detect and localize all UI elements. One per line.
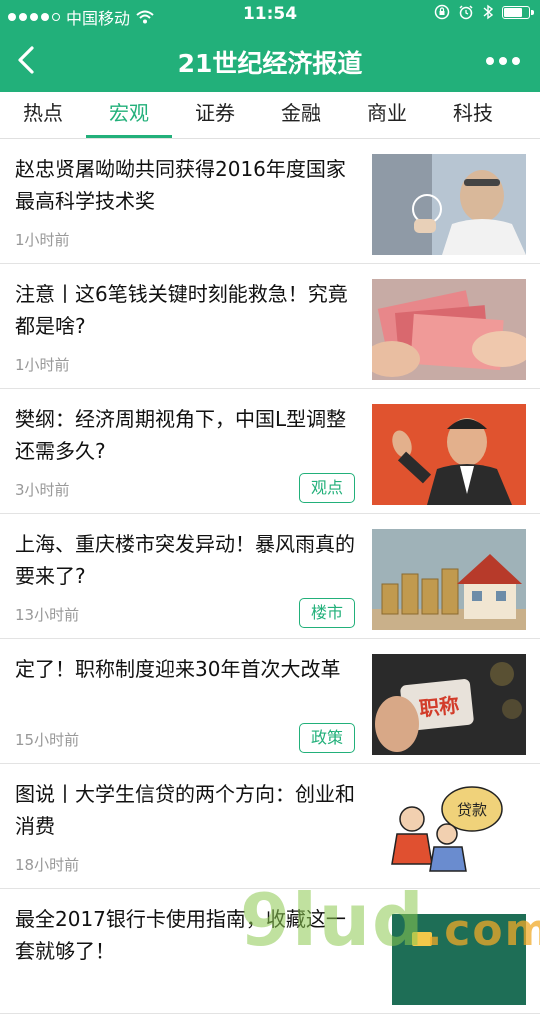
article-tag[interactable]: 楼市 <box>299 598 355 628</box>
list-item[interactable]: 樊纲：经济周期视角下，中国L型调整还需多久? 3小时前 观点 <box>0 389 540 514</box>
list-item[interactable]: 赵忠贤屠呦呦共同获得2016年度国家最高科学技术奖 1小时前 <box>0 139 540 264</box>
article-title: 图说丨大学生信贷的两个方向：创业和消费 <box>15 782 355 838</box>
list-item[interactable]: 定了！职称制度迎来30年首次大改革 15小时前 政策 职称 <box>0 639 540 764</box>
article-thumbnail-house <box>372 529 526 630</box>
list-item[interactable]: 图说丨大学生信贷的两个方向：创业和消费 18小时前 贷款 <box>0 764 540 889</box>
tab-finance[interactable]: 金融 <box>258 92 344 138</box>
navigation-bar: 21世纪经济报道 <box>0 30 540 92</box>
tab-hot[interactable]: 热点 <box>0 92 86 138</box>
article-title: 上海、重庆楼市突发异动！暴风雨真的要来了? <box>15 532 355 588</box>
article-tag[interactable]: 政策 <box>299 723 355 753</box>
article-thumbnail-scientist <box>372 154 526 255</box>
article-time: 1小时前 <box>15 356 70 374</box>
article-thumbnail-money <box>372 279 526 380</box>
watermark-main: 9lud <box>240 878 426 962</box>
article-time: 15小时前 <box>15 731 80 749</box>
article-time: 3小时前 <box>15 481 70 499</box>
alarm-icon <box>459 5 473 20</box>
article-tag[interactable]: 观点 <box>299 473 355 503</box>
article-time: 13小时前 <box>15 606 80 624</box>
rotation-lock-icon <box>434 4 450 20</box>
watermark-suffix: .com <box>425 905 540 956</box>
battery-icon <box>502 5 534 19</box>
article-time: 1小时前 <box>15 231 70 249</box>
article-thumbnail-speaker <box>372 404 526 505</box>
article-thumbnail-cartoon: 贷款 <box>372 779 526 880</box>
list-item[interactable]: 注意丨这6笔钱关键时刻能救急！究竟都是啥? 1小时前 <box>0 264 540 389</box>
article-title: 赵忠贤屠呦呦共同获得2016年度国家最高科学技术奖 <box>15 157 346 213</box>
list-item[interactable]: 上海、重庆楼市突发异动！暴风雨真的要来了? 13小时前 楼市 <box>0 514 540 639</box>
tab-securities[interactable]: 证券 <box>172 92 258 138</box>
status-bar: 中国移动 11:54 <box>0 0 540 30</box>
card-image-text: 职称 <box>418 693 460 721</box>
article-title: 樊纲：经济周期视角下，中国L型调整还需多久? <box>15 407 347 463</box>
article-title: 注意丨这6笔钱关键时刻能救急！究竟都是啥? <box>15 282 348 338</box>
cartoon-image-text: 贷款 <box>457 801 487 819</box>
article-title: 定了！职称制度迎来30年首次大改革 <box>15 657 341 681</box>
page-title: 21世纪经济报道 <box>177 49 363 78</box>
tab-business[interactable]: 商业 <box>344 92 430 138</box>
article-thumbnail-card: 职称 <box>372 654 526 755</box>
more-options-icon[interactable] <box>486 57 520 65</box>
article-time: 18小时前 <box>15 856 80 874</box>
category-tabs: 热点 宏观 证券 金融 商业 科技 <box>0 92 540 139</box>
bluetooth-icon <box>483 4 494 20</box>
watermark-logo: 9lud.com <box>240 878 540 962</box>
tab-macro[interactable]: 宏观 <box>86 92 172 138</box>
tab-tech[interactable]: 科技 <box>430 92 516 138</box>
